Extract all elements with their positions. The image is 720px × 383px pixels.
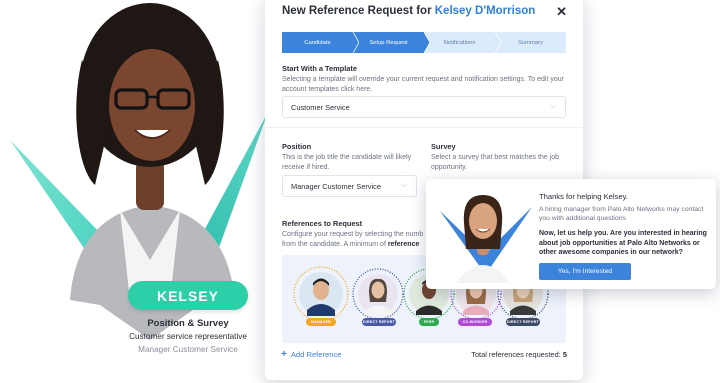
request-stepper: Candidate Setup Request Notifications Su… [282,32,566,53]
reference-type-badge: MANAGER [306,318,336,326]
reference-avatar[interactable] [352,268,404,325]
reference-portrait [440,195,532,283]
candidate-position-line: Manager Customer Service [138,345,238,354]
step-notifications[interactable]: Notifications [424,32,501,53]
step-arrow-icon [353,32,359,53]
step-label: Notifications [443,39,476,46]
popup-message: A hiring manager from Palo Alto Networks… [539,206,704,222]
plus-icon: + [281,349,287,360]
modal-title-prefix: New Reference Request for [282,5,435,17]
modal-title-candidate: Kelsey D'Morrison [434,5,536,17]
add-reference-label: Add Reference [290,350,342,359]
position-description: This is the job title the candidate will… [282,154,412,171]
candidate-name-badge: KELSEY [128,281,248,310]
interested-button[interactable]: Yes, I'm Interested [539,263,631,280]
step-summary[interactable]: Summary [495,32,566,53]
position-select[interactable]: Manager Customer Service ⌵ [282,175,417,197]
popup-title: Thanks for helping Kelsey. [539,192,628,201]
step-arrow-icon [424,32,430,53]
interest-popup: Thanks for helping Kelsey. A hiring mana… [426,179,716,289]
add-reference-button[interactable]: + Add Reference [281,349,342,360]
candidate-role-heading: Position & Survey [147,318,229,329]
survey-description: Select a survey that best matches the jo… [431,154,560,171]
references-label: References to Request [282,219,363,228]
template-description: Selecting a template will override your … [282,76,564,93]
close-icon[interactable]: ✕ [556,4,567,20]
template-label: Start With a Template [282,64,357,73]
template-select-value: Customer Service [291,102,350,112]
face-shape [109,49,195,161]
candidate-role-line: Customer service representative [129,332,247,341]
reference-type-badge: PEER [419,318,439,326]
total-references: Total references requested: 5 [471,350,567,359]
modal-title: New Reference Request for Kelsey D'Morri… [282,5,535,17]
popup-question: Now, let us help you. Are you interested… [539,230,707,256]
step-label: Setup Request [369,39,408,46]
reference-type-badge: DIRECT REPORT [506,318,540,326]
reference-type-badge: CO-WORKER [458,318,492,326]
survey-label: Survey [431,142,456,151]
template-select[interactable]: Customer Service ⌵ [282,96,566,118]
step-setup-request[interactable]: Setup Request [353,32,430,53]
step-label: Candidate [304,39,331,46]
reference-type-badge: DIRECT REPORT [362,318,396,326]
step-arrow-icon [495,32,501,53]
section-divider [265,127,583,128]
chevron-down-icon: ⌵ [401,182,407,189]
position-select-value: Manager Customer Service [291,181,381,191]
candidate-hero: KELSEY Position & Survey Customer servic… [0,0,275,383]
chevron-down-icon: ⌵ [550,103,556,110]
step-label: Summary [518,39,543,46]
total-references-count: 5 [562,350,567,359]
step-candidate[interactable]: Candidate [282,32,359,53]
position-label: Position [282,142,312,151]
references-description: Configure your request by selecting the … [282,231,424,248]
neck-shape [136,160,164,210]
